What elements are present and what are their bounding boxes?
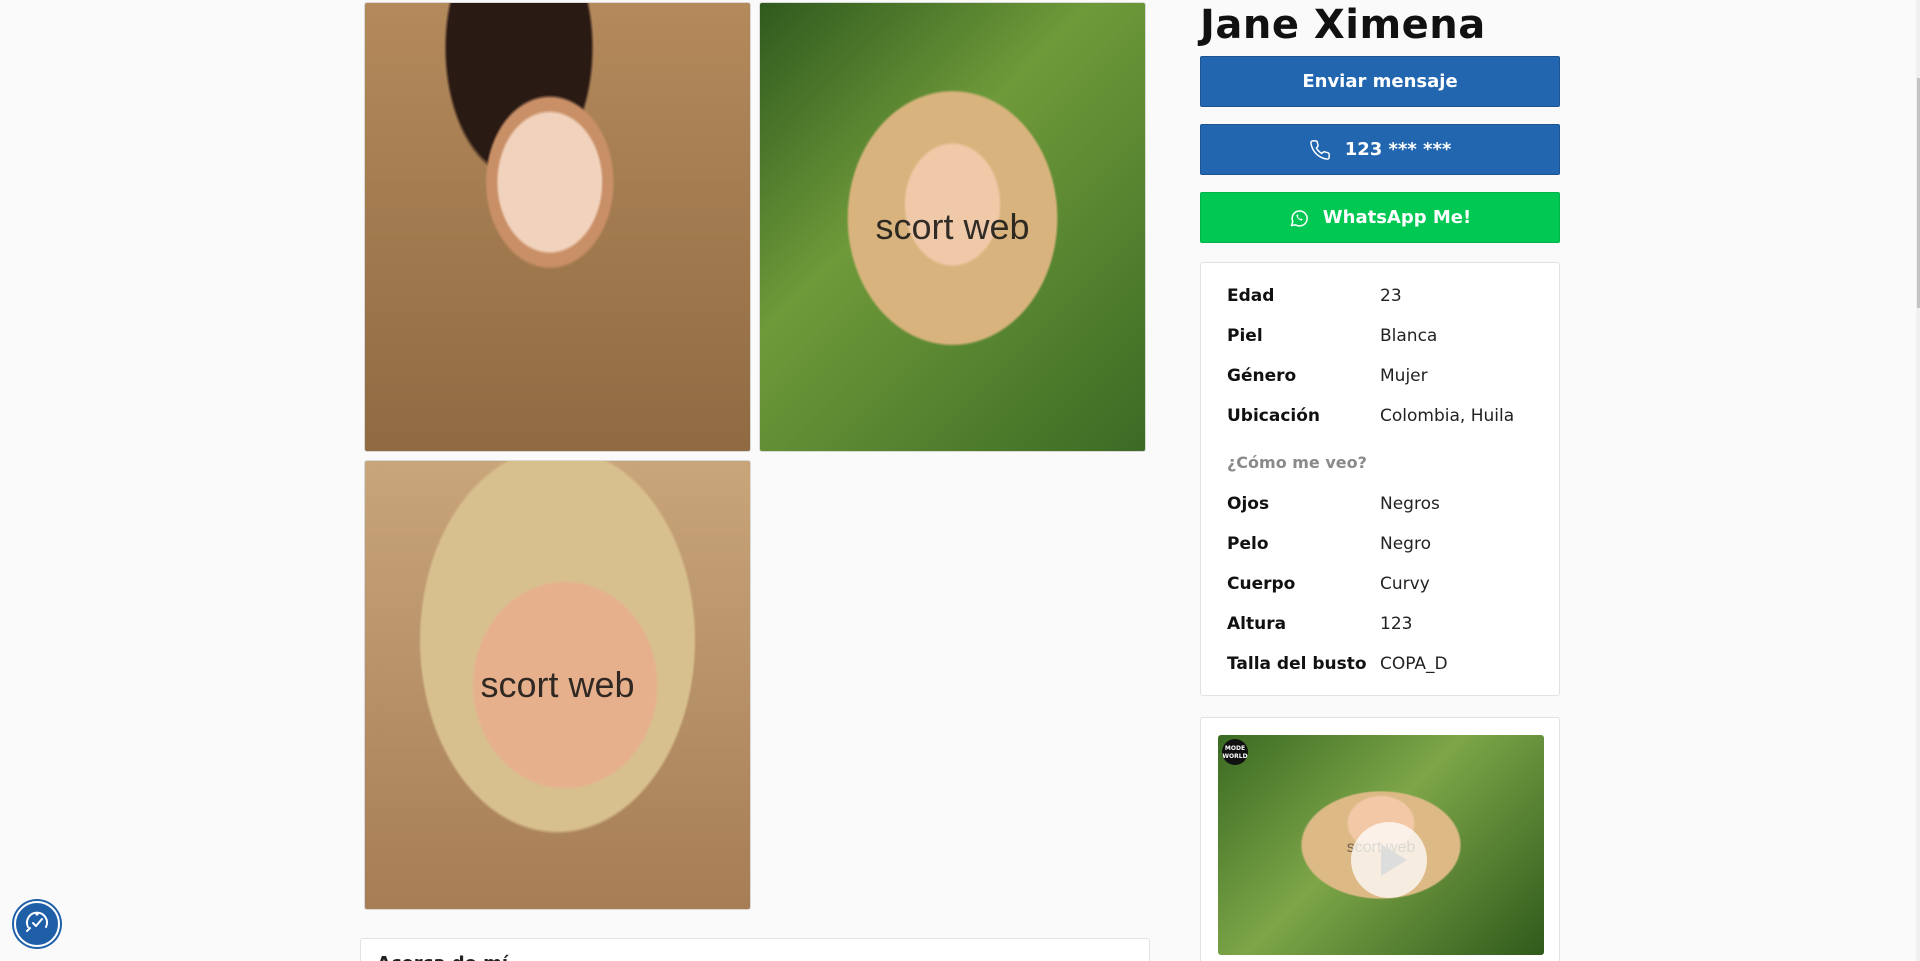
detail-value: Negros xyxy=(1380,494,1440,514)
whatsapp-label: WhatsApp Me! xyxy=(1322,207,1472,228)
detail-label: Edad xyxy=(1227,286,1275,306)
profile-page: scort web scort web Acerca de mí Jane Xi… xyxy=(0,0,1920,961)
detail-row: Piel Blanca xyxy=(1227,323,1549,349)
accessibility-button[interactable] xyxy=(14,901,60,947)
detail-value: Blanca xyxy=(1380,326,1438,346)
detail-value: Mujer xyxy=(1380,366,1428,386)
detail-row: Pelo Negro xyxy=(1227,531,1549,557)
watermark-text: scort web xyxy=(480,664,635,705)
detail-row: Ojos Negros xyxy=(1227,491,1549,517)
whatsapp-icon xyxy=(1289,208,1309,228)
send-message-button[interactable]: Enviar mensaje xyxy=(1200,56,1560,107)
phone-label: 123 *** *** xyxy=(1344,139,1452,160)
send-message-label: Enviar mensaje xyxy=(1302,71,1458,92)
about-heading: Acerca de mí xyxy=(377,953,508,961)
detail-value: COPA_D xyxy=(1380,654,1448,674)
video-thumbnail[interactable]: MODE WORLD scort web xyxy=(1218,735,1544,955)
brand-badge: MODE WORLD xyxy=(1222,739,1248,765)
detail-label: Ojos xyxy=(1227,494,1270,514)
detail-value: 123 xyxy=(1380,614,1413,634)
gallery-photo-1[interactable] xyxy=(364,2,751,452)
detail-value: Curvy xyxy=(1380,574,1430,594)
detail-label: Ubicación xyxy=(1227,406,1321,426)
detail-label: Pelo xyxy=(1227,534,1269,554)
watermark-text: scort web xyxy=(875,206,1030,247)
page-scrollbar[interactable] xyxy=(1916,0,1920,961)
detail-row: Género Mujer xyxy=(1227,363,1549,389)
details-card: Edad 23 Piel Blanca Género Mujer Ubicaci… xyxy=(1200,262,1560,696)
detail-value: Negro xyxy=(1380,534,1431,554)
detail-label: Altura xyxy=(1227,614,1287,634)
detail-row: Cuerpo Curvy xyxy=(1227,571,1549,597)
appearance-heading: ¿Cómo me veo? xyxy=(1227,453,1367,472)
profile-name: Jane Ximena xyxy=(1200,2,1486,48)
detail-label: Cuerpo xyxy=(1227,574,1296,594)
detail-row: Talla del busto COPA_D xyxy=(1227,651,1549,677)
detail-value: Colombia, Huila xyxy=(1380,406,1515,426)
detail-value: 23 xyxy=(1380,286,1402,306)
whatsapp-button[interactable]: WhatsApp Me! xyxy=(1200,192,1560,243)
detail-label: Género xyxy=(1227,366,1297,386)
video-card: MODE WORLD scort web xyxy=(1200,717,1560,961)
detail-row: Altura 123 xyxy=(1227,611,1549,637)
accessibility-icon xyxy=(22,907,52,941)
detail-label: Piel xyxy=(1227,326,1263,346)
about-card: Acerca de mí xyxy=(360,938,1150,961)
detail-row: Ubicación Colombia, Huila xyxy=(1227,403,1549,429)
gallery-photo-2[interactable]: scort web xyxy=(759,2,1146,452)
gallery-photo-3[interactable]: scort web xyxy=(364,460,751,910)
play-icon[interactable] xyxy=(1351,822,1427,898)
phone-icon xyxy=(1309,139,1331,161)
phone-button[interactable]: 123 *** *** xyxy=(1200,124,1560,175)
detail-row: Edad 23 xyxy=(1227,283,1549,309)
detail-label: Talla del busto xyxy=(1227,654,1367,674)
